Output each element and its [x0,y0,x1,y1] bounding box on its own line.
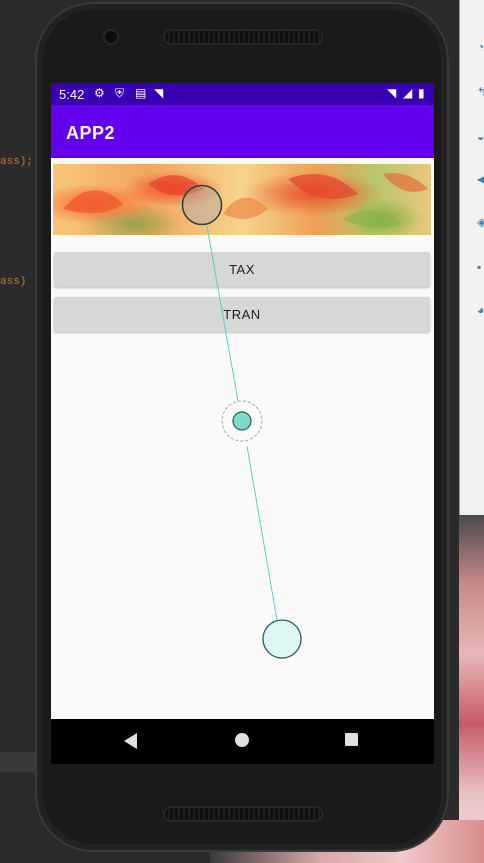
app-bar: APP2 [51,105,434,158]
wifi-icon: ◥ [387,86,397,100]
tool-icon[interactable]: ◈ [477,215,484,229]
status-time: 5:42 [59,87,85,102]
tool-icon[interactable]: ◕ [477,303,484,317]
signal-icon: ◢ [403,86,413,100]
tool-icon[interactable]: ◀ [477,172,484,186]
battery-icon: ▮ [418,86,425,100]
banner-leaves-illustration [63,173,428,228]
code-text: ass) [0,276,27,288]
tool-icon[interactable]: ◔ [477,40,484,54]
side-tool-panel: ◔ ↰ ◒ ◀ ◈ ▪ ◕ [459,0,484,515]
recents-square-icon[interactable] [345,733,358,746]
tool-icon[interactable]: ↰ [477,85,484,99]
desktop-wallpaper [459,515,484,863]
tool-icon[interactable]: ▪ [477,260,484,274]
tool-icon[interactable]: ◒ [477,130,484,144]
top-speaker-grill [165,31,321,43]
tran-button-label: TRAN [223,307,261,322]
phone-screen: 5:42 ⚙ ⛨ ▤ ◥ ◥ ◢ ▮ APP2 TAX TRAN [51,83,434,764]
tax-button[interactable]: TAX [54,252,430,287]
phone-emulator: 5:42 ⚙ ⛨ ▤ ◥ ◥ ◢ ▮ APP2 TAX TRAN [35,2,449,852]
front-camera [105,31,117,43]
status-bar: 5:42 ⚙ ⛨ ▤ ◥ ◥ ◢ ▮ [51,83,434,105]
code-text: ass); [0,156,34,168]
tran-button[interactable]: TRAN [54,297,430,332]
sim-card-icon: ▤ [135,86,147,100]
navigation-bar [51,719,434,764]
tax-button-label: TAX [229,262,255,277]
ide-editor-background: ass); ass) [0,0,40,863]
banner-image [53,164,431,235]
shield-icon: ⛨ [115,86,125,100]
bottom-speaker-grill [165,808,321,820]
code-line: ass) [0,276,26,288]
app-title: APP2 [66,123,116,143]
code-line: ass); [0,156,33,168]
wifi-icon: ◥ [154,86,164,100]
back-triangle-icon[interactable] [124,733,137,749]
ide-status-strip [0,752,40,772]
settings-icon: ⚙ [94,86,105,100]
home-circle-icon[interactable] [235,733,249,747]
